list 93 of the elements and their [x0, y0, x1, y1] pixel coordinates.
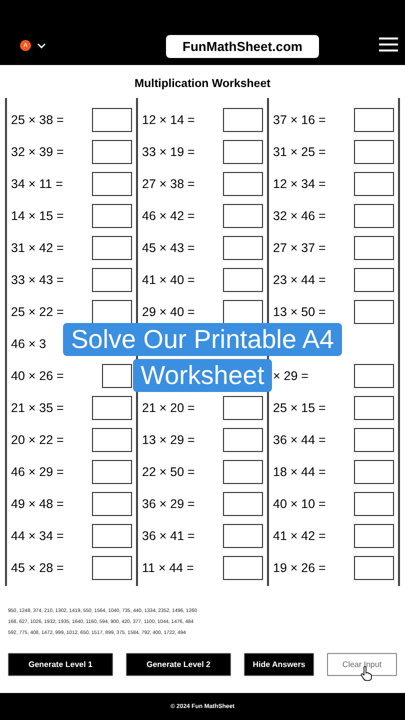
problem-text: 13 × 50 =: [273, 305, 326, 319]
answer-box[interactable]: [223, 460, 263, 484]
answer-box[interactable]: [223, 140, 263, 164]
problem-text: 13 × 29 =: [142, 433, 195, 447]
problem-text: 36 × 44 =: [273, 433, 326, 447]
answer-box[interactable]: [92, 268, 132, 292]
answer-box[interactable]: [92, 428, 132, 452]
problem-text: 21 × 20 =: [142, 401, 195, 415]
answer-box[interactable]: [354, 268, 394, 292]
problem-text: 14 × 15 =: [11, 209, 64, 223]
problem-text: 31 × 25 =: [273, 145, 326, 159]
problem-text: 23 × 44 =: [273, 273, 326, 287]
answer-box[interactable]: [354, 172, 394, 196]
answer-box[interactable]: [92, 460, 132, 484]
problem-text: 36 × 29 =: [142, 497, 195, 511]
answer-box[interactable]: [92, 140, 132, 164]
problem-text: 40 × 10 =: [273, 497, 326, 511]
action-button[interactable]: Clear Input: [327, 653, 397, 676]
action-button[interactable]: Hide Answers: [244, 653, 314, 676]
problem-text: 27 × 38 =: [142, 177, 195, 191]
answer-box[interactable]: [354, 396, 394, 420]
caption-banner: Solve Our Printable A4: [62, 323, 342, 356]
worksheet-title: Multiplication Worksheet: [134, 78, 272, 90]
action-button[interactable]: Generate Level 1: [8, 653, 113, 676]
problem-text: 25 × 15 =: [273, 401, 326, 415]
answer-box[interactable]: [223, 556, 263, 580]
problem-text: 22 × 50 =: [142, 465, 195, 479]
problem-text: 32 × 39 =: [11, 145, 64, 159]
problem-text: 27 × 37 =: [273, 241, 326, 255]
answer-box[interactable]: [92, 556, 132, 580]
problem-text: 33 × 43 =: [11, 273, 64, 287]
caption-banner: Worksheet: [132, 359, 272, 392]
problem-text: 49 × 48 =: [11, 497, 64, 511]
problem-text: 33 × 19 =: [142, 145, 195, 159]
answer-box[interactable]: [223, 428, 263, 452]
answer-box[interactable]: [354, 460, 394, 484]
answer-box[interactable]: [354, 300, 394, 324]
problem-text: 32 × 46 =: [273, 209, 326, 223]
problem-text: 19 × 26 =: [273, 561, 326, 575]
problem-text: 12 × 34 =: [273, 177, 326, 191]
answer-box[interactable]: [354, 556, 394, 580]
answer-box[interactable]: [223, 236, 263, 260]
problem-text: 46 × 3: [11, 337, 46, 351]
problem-text: × 29 =: [273, 369, 308, 383]
answer-box[interactable]: [102, 364, 132, 388]
answer-box[interactable]: [354, 428, 394, 452]
problem-text: 20 × 22 =: [11, 433, 64, 447]
answer-box[interactable]: [223, 204, 263, 228]
problem-text: 18 × 44 =: [273, 465, 326, 479]
answer-box[interactable]: [354, 492, 394, 516]
problem-text: 41 × 42 =: [273, 529, 326, 543]
answer-box[interactable]: [223, 172, 263, 196]
answer-box[interactable]: [223, 396, 263, 420]
problem-text: 12 × 14 =: [142, 113, 195, 127]
site-logo[interactable]: FunMathSheet.com: [166, 35, 319, 58]
answer-box[interactable]: [92, 492, 132, 516]
problem-text: 29 × 40 =: [142, 305, 195, 319]
menu-icon[interactable]: [379, 37, 398, 52]
problem-text: 46 × 29 =: [11, 465, 64, 479]
problem-text: 31 × 42 =: [11, 241, 64, 255]
answer-box[interactable]: [92, 396, 132, 420]
answer-box[interactable]: [354, 524, 394, 548]
answer-box[interactable]: [223, 300, 263, 324]
answer-box[interactable]: [354, 204, 394, 228]
answer-box[interactable]: [223, 268, 263, 292]
problem-text: 37 × 16 =: [273, 113, 326, 127]
problem-text: 36 × 41 =: [142, 529, 195, 543]
problem-text: 40 × 26 =: [11, 369, 64, 383]
answer-box[interactable]: [354, 364, 394, 388]
answer-box[interactable]: [92, 300, 132, 324]
answer-box[interactable]: [92, 172, 132, 196]
answer-box[interactable]: [92, 524, 132, 548]
answer-box[interactable]: [223, 492, 263, 516]
chevron-icon[interactable]: [37, 42, 46, 48]
problem-text: 41 × 40 =: [142, 273, 195, 287]
answer-box[interactable]: [354, 108, 394, 132]
answer-box[interactable]: [354, 140, 394, 164]
problem-text: 45 × 43 =: [142, 241, 195, 255]
answer-box[interactable]: [354, 236, 394, 260]
problem-text: 46 × 42 =: [142, 209, 195, 223]
problem-text: 11 × 44 =: [142, 561, 194, 575]
problem-text: 25 × 22 =: [11, 305, 64, 319]
action-button[interactable]: Generate Level 2: [126, 653, 231, 676]
problem-text: 44 × 34 =: [11, 529, 64, 543]
problem-text: 34 × 11 =: [11, 177, 63, 191]
problem-text: 25 × 38 =: [11, 113, 64, 127]
problem-text: 21 × 35 =: [11, 401, 64, 415]
answer-box[interactable]: [92, 204, 132, 228]
problem-text: 45 × 28 =: [11, 561, 64, 575]
answer-box[interactable]: [92, 236, 132, 260]
answer-box[interactable]: [223, 108, 263, 132]
answer-box[interactable]: [92, 108, 132, 132]
answer-box[interactable]: [223, 524, 263, 548]
